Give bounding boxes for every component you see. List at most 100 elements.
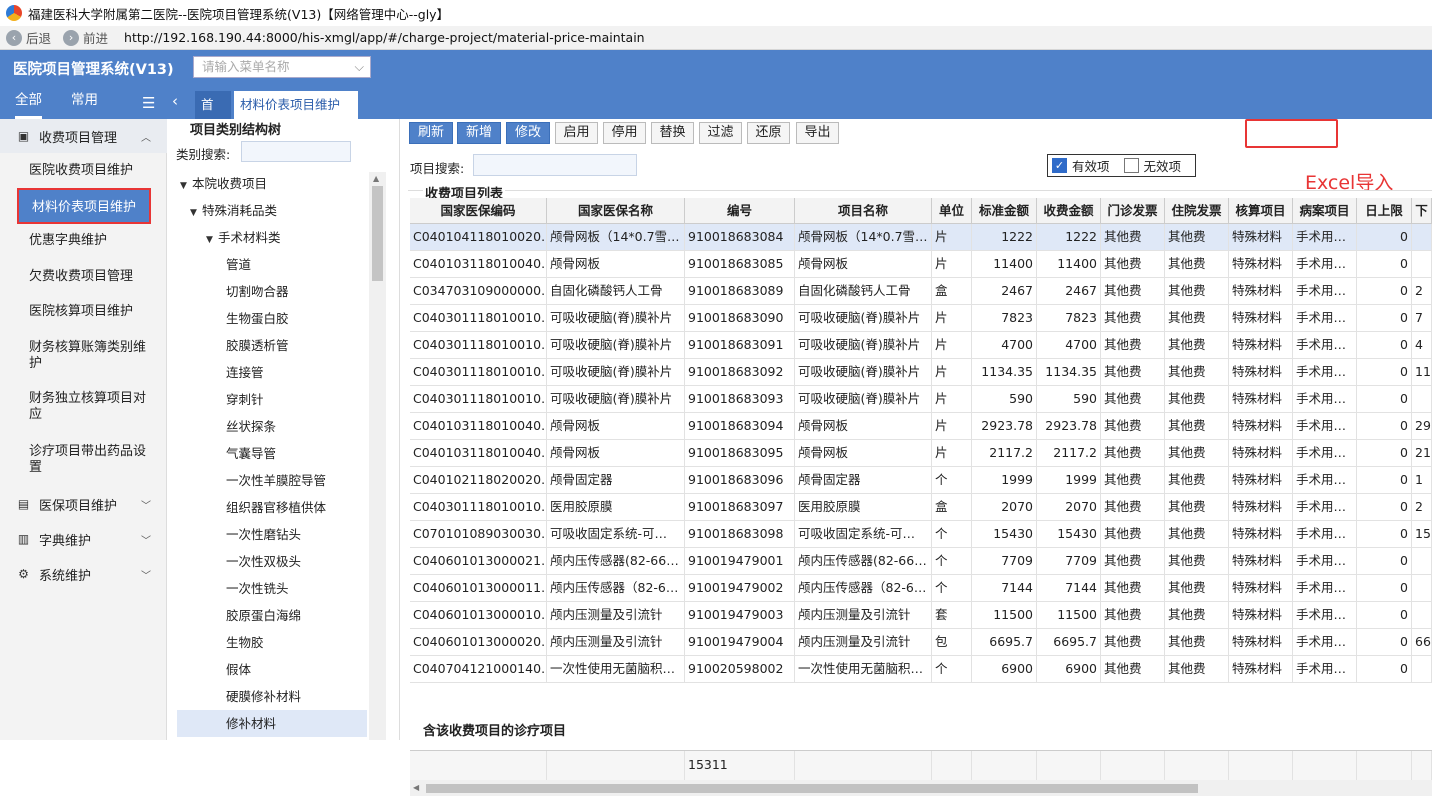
sidebar-item[interactable]: 优惠字典维护: [16, 233, 152, 249]
tree-leaf[interactable]: 丝状探条: [226, 413, 276, 440]
tree-leaf[interactable]: 硬膜修补材料: [226, 683, 301, 710]
table-row[interactable]: C040601013000021… 颅内压传感器(82-66… 9100194790…: [410, 548, 1432, 575]
tree-leaf[interactable]: 切割吻合器: [226, 278, 289, 305]
sidebar-item[interactable]: 欠费收费项目管理: [16, 269, 152, 285]
caret-down-icon[interactable]: ▼: [190, 200, 202, 227]
edit-button[interactable]: 修改: [506, 122, 550, 144]
column-header[interactable]: 住院发票: [1165, 198, 1229, 223]
sidebar-item[interactable]: 医院收费项目维护: [16, 163, 152, 179]
table-row[interactable]: C040704121000140… 一次性使用无菌脑积… 910020598002 一…: [410, 656, 1432, 683]
tree-node-level2[interactable]: ▼ 手术材料类: [206, 224, 281, 251]
tree-leaf[interactable]: 胶膜透析管: [226, 332, 289, 359]
column-header[interactable]: 病案项目: [1293, 198, 1357, 223]
tree-leaf[interactable]: 一次性双极头: [226, 548, 301, 575]
page-tab-home[interactable]: 首页: [195, 91, 231, 140]
forward-button[interactable]: › 前进: [63, 28, 108, 47]
scroll-left-icon[interactable]: ◀: [413, 783, 419, 792]
column-header[interactable]: 日上限: [1357, 198, 1412, 223]
scroll-up-icon[interactable]: ▲: [373, 174, 379, 183]
page-tab-current[interactable]: 材料价表项目维护✕: [234, 91, 358, 140]
column-header[interactable]: 单位: [932, 198, 972, 223]
tree-leaf[interactable]: 管道: [226, 251, 251, 278]
table-row[interactable]: C040102118020020… 颅骨固定器 910018683096 颅骨固定器个…: [410, 467, 1432, 494]
tree-scrollbar[interactable]: ▲: [369, 172, 386, 740]
table-cell: C040104118010020…: [410, 224, 547, 250]
column-header[interactable]: 收费金额: [1037, 198, 1101, 223]
column-header[interactable]: 编号: [685, 198, 795, 223]
valid-checkbox[interactable]: ✓: [1052, 158, 1067, 173]
table-row[interactable]: C040103118010040… 颅骨网板 910018683095 颅骨网板片 21…: [410, 440, 1432, 467]
sidebar-item[interactable]: 诊疗项目带出药品设置: [16, 444, 152, 476]
sidebar-item[interactable]: 财务核算账簿类别维护: [16, 340, 152, 372]
tree-node-level1[interactable]: ▼ 特殊消耗品类: [190, 197, 277, 224]
table-cell: 颅骨网板: [547, 251, 685, 277]
export-button[interactable]: 导出: [796, 122, 839, 144]
table-row[interactable]: C040301118010010… 可吸收硬脑(脊)膜补片 910018683093…: [410, 386, 1432, 413]
sidebar-group-system[interactable]: ⚙ 系统维护 ﹀: [0, 557, 167, 591]
table-row[interactable]: C040301118010010… 可吸收硬脑(脊)膜补片 910018683090…: [410, 305, 1432, 332]
filter-button[interactable]: 过滤: [699, 122, 742, 144]
sidebar-group-insurance[interactable]: ▤ 医保项目维护 ﹀: [0, 487, 167, 521]
menu-search-input[interactable]: 请输入菜单名称 ⌵: [193, 56, 371, 78]
column-header[interactable]: 国家医保名称: [547, 198, 685, 223]
tree-leaf[interactable]: 气囊导管: [226, 440, 276, 467]
enable-button[interactable]: 启用: [555, 122, 598, 144]
scrollbar-thumb[interactable]: [426, 784, 1198, 793]
tree-leaf[interactable]: 一次性磨钻头: [226, 521, 301, 548]
tree-leaf[interactable]: 假体: [226, 656, 251, 683]
table-row[interactable]: C040601013000020… 颅内压测量及引流针 910019479004 颅内…: [410, 629, 1432, 656]
tree-leaf[interactable]: 一次性铣头: [226, 575, 289, 602]
menu-toggle-icon[interactable]: ☰: [142, 94, 155, 112]
sidebar-item-selected[interactable]: 材料价表项目维护: [17, 188, 151, 224]
table-row[interactable]: C040104118010020… 颅骨网板（14*0.7雪… 9100186830…: [410, 224, 1432, 251]
back-button[interactable]: ‹ 后退: [6, 28, 51, 47]
table-row[interactable]: C040601013000010… 颅内压测量及引流针 910019479003 颅内…: [410, 602, 1432, 629]
url-field[interactable]: http://192.168.190.44:8000/his-xmgl/app/…: [124, 30, 645, 45]
table-row[interactable]: C040103118010040… 颅骨网板 910018683085 颅骨网板片 11…: [410, 251, 1432, 278]
table-row[interactable]: C040301118010010… 可吸收硬脑(脊)膜补片 910018683091…: [410, 332, 1432, 359]
category-search-input[interactable]: [241, 141, 351, 162]
replace-button[interactable]: 替换: [651, 122, 694, 144]
column-header[interactable]: 下: [1412, 198, 1432, 223]
caret-down-icon[interactable]: ▼: [206, 227, 218, 254]
table-row[interactable]: C040601013000011… 颅内压传感器（82-6… 91001947900…: [410, 575, 1432, 602]
tree-node-root[interactable]: ▼ 本院收费项目: [180, 170, 267, 197]
table-cell: 颅内压传感器（82-6…: [547, 575, 685, 601]
restore-button[interactable]: 还原: [747, 122, 790, 144]
table-row[interactable]: C040301118010010… 可吸收硬脑(脊)膜补片 910018683092…: [410, 359, 1432, 386]
table-hscrollbar[interactable]: ◀: [410, 780, 1432, 796]
tab-common[interactable]: 常用: [71, 87, 98, 119]
tree-leaf[interactable]: 一次性羊膜腔导管: [226, 467, 326, 494]
column-header[interactable]: 标准金额: [972, 198, 1037, 223]
project-search-input[interactable]: [473, 154, 637, 176]
tree-leaf[interactable]: 生物蛋白胶: [226, 305, 289, 332]
refresh-button[interactable]: 刷新: [409, 122, 453, 144]
table-cell: [1412, 656, 1432, 682]
invalid-checkbox[interactable]: [1123, 158, 1139, 173]
tab-all[interactable]: 全部: [15, 87, 42, 119]
tree-leaf[interactable]: 组织器官移植供体: [226, 494, 326, 521]
column-header[interactable]: 国家医保编码: [410, 198, 547, 223]
column-header[interactable]: 项目名称: [795, 198, 932, 223]
sidebar-group-fee[interactable]: ▣ 收费项目管理 ︿: [0, 119, 167, 153]
column-header[interactable]: 门诊发票: [1101, 198, 1165, 223]
tree-leaf[interactable]: 连接管: [226, 359, 264, 386]
column-header[interactable]: 核算项目: [1229, 198, 1293, 223]
table-row[interactable]: C040103118010040… 颅骨网板 910018683094 颅骨网板片 29…: [410, 413, 1432, 440]
disable-button[interactable]: 停用: [603, 122, 646, 144]
sidebar-group-dict[interactable]: ▥ 字典维护 ﹀: [0, 522, 167, 556]
sidebar-item[interactable]: 医院核算项目维护: [16, 304, 152, 320]
sidebar-item[interactable]: 财务独立核算项目对应: [16, 391, 152, 423]
chevron-down-icon[interactable]: ⌵: [355, 57, 364, 77]
tree-leaf[interactable]: 胶原蛋白海绵: [226, 602, 301, 629]
table-row[interactable]: C040301118010010… 医用胶原膜 910018683097 医用胶原膜盒…: [410, 494, 1432, 521]
caret-down-icon[interactable]: ▼: [180, 173, 192, 200]
tree-leaf[interactable]: 修补材料: [177, 710, 367, 737]
tree-leaf[interactable]: 生物胶: [226, 629, 264, 656]
table-row[interactable]: C034703109000000… 自固化磷酸钙人工骨 910018683089 自固…: [410, 278, 1432, 305]
tree-leaf[interactable]: 穿刺针: [226, 386, 264, 413]
chevron-left-icon[interactable]: ‹: [172, 92, 178, 110]
scrollbar-thumb[interactable]: [372, 186, 383, 281]
table-row[interactable]: C070101089030030… 可吸收固定系统-可… 910018683098 可…: [410, 521, 1432, 548]
add-button[interactable]: 新增: [457, 122, 501, 144]
